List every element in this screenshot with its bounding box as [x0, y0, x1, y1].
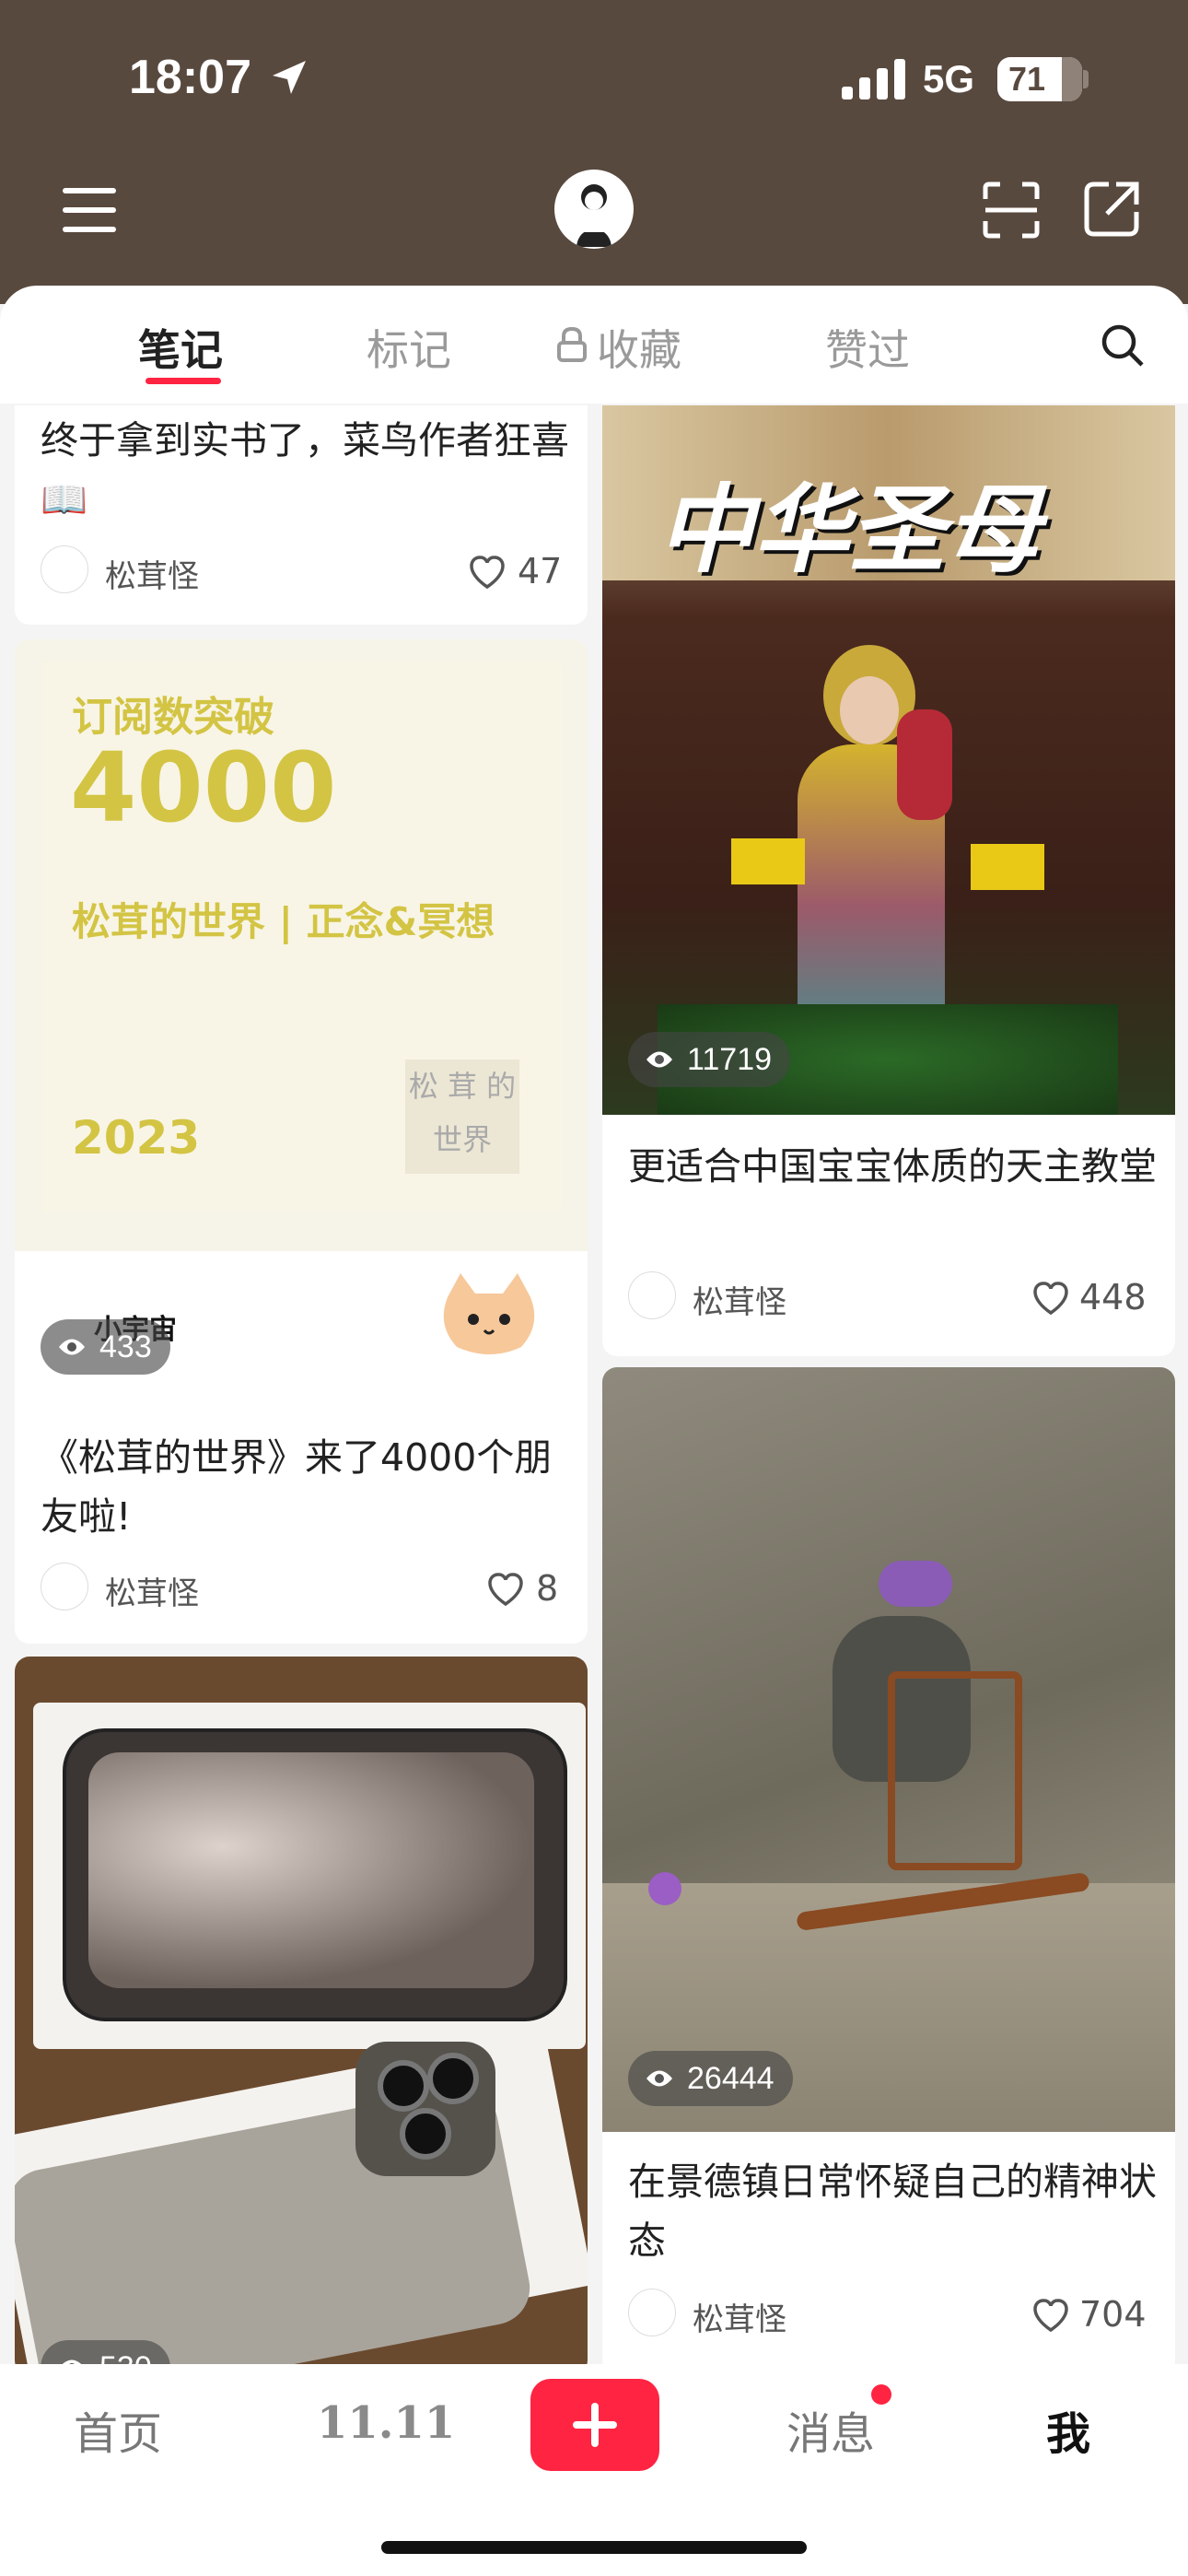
- unread-dot: [871, 2384, 891, 2405]
- like-count: 448: [1079, 1277, 1147, 1317]
- author-name: 松茸怪: [693, 1284, 786, 1321]
- tab-marks[interactable]: 标记: [367, 317, 451, 378]
- heart-icon[interactable]: [468, 555, 507, 590]
- menu-icon[interactable]: [61, 186, 118, 234]
- view-badge: 433: [41, 1319, 170, 1375]
- tab-liked[interactable]: 赞过: [825, 317, 910, 378]
- note-title: 《松茸的世界》来了4000个朋友啦!: [41, 1435, 553, 1539]
- search-icon[interactable]: [1100, 322, 1146, 369]
- tab-favorites[interactable]: 收藏: [597, 317, 681, 378]
- note-cover-photo: [15, 1657, 588, 2375]
- profile-header: [0, 0, 1188, 304]
- like-count: 8: [536, 1568, 559, 1609]
- battery-level: 71: [1008, 60, 1046, 98]
- scan-icon[interactable]: [982, 181, 1041, 240]
- note-title: 在景德镇日常怀疑自己的精神状态: [628, 2160, 1157, 2263]
- author-name: 松茸怪: [105, 558, 199, 595]
- cover-year: 2023: [72, 1111, 201, 1165]
- cover-stamp: 松 茸 的 世界: [405, 1060, 519, 1174]
- location-arrow-icon: [273, 61, 306, 94]
- network-type: 5G: [923, 57, 975, 100]
- note-title: 终于拿到实书了，菜鸟作者狂喜📖: [41, 418, 569, 521]
- note-card[interactable]: 中华圣母 11719 更适合中国宝宝体质的天主教堂 松茸怪 448: [602, 405, 1175, 1356]
- note-cover-photo: [602, 1367, 1175, 2132]
- note-title: 更适合中国宝宝体质的天主教堂: [628, 1144, 1157, 1188]
- view-count: 26444: [687, 2061, 775, 2096]
- view-count: 433: [99, 1329, 152, 1364]
- like-count: 47: [518, 551, 563, 591]
- note-card[interactable]: 530: [15, 1657, 588, 2375]
- nav-double-eleven[interactable]: 11.11: [317, 2397, 455, 2449]
- signal-icon: [842, 59, 905, 100]
- author-name: 松茸怪: [693, 2301, 786, 2338]
- cover-big-number: 4000: [70, 732, 337, 844]
- plus-icon: [573, 2403, 617, 2447]
- lock-icon: [557, 326, 587, 362]
- share-icon[interactable]: [1083, 181, 1140, 238]
- view-count: 11719: [687, 1042, 773, 1077]
- active-tab-indicator: [146, 378, 221, 384]
- battery-icon: 71: [997, 57, 1082, 101]
- nav-messages[interactable]: 消息: [786, 2397, 875, 2462]
- create-post-button[interactable]: [530, 2379, 659, 2471]
- battery-nub: [1083, 70, 1089, 88]
- note-card[interactable]: 26444 在景德镇日常怀疑自己的精神状态 松茸怪 704: [602, 1367, 1175, 2375]
- profile-avatar[interactable]: [554, 170, 634, 249]
- like-count: 704: [1079, 2294, 1147, 2335]
- view-badge: 11719: [628, 1032, 791, 1087]
- view-badge: 26444: [628, 2051, 793, 2106]
- note-cover: 订阅数突破 4000 松茸的世界 | 正念&冥想 2023 松 茸 的 世界: [15, 639, 588, 1251]
- heart-icon[interactable]: [1031, 1281, 1070, 1316]
- author-name: 松茸怪: [105, 1575, 199, 1612]
- nav-me[interactable]: 我: [1046, 2397, 1090, 2462]
- author-avatar: [41, 1563, 88, 1610]
- cover-line2: 松茸的世界 | 正念&冥想: [72, 899, 495, 944]
- cover-text: 中华圣母: [658, 474, 1042, 586]
- heart-icon[interactable]: [1031, 2298, 1070, 2333]
- home-indicator: [381, 2541, 807, 2554]
- status-time: 18:07: [129, 51, 251, 104]
- note-card[interactable]: 订阅数突破 4000 松茸的世界 | 正念&冥想 2023 松 茸 的 世界 小…: [15, 639, 588, 1644]
- author-avatar: [628, 1271, 676, 1319]
- nav-home[interactable]: 首页: [74, 2397, 162, 2462]
- note-cover-photo: 中华圣母: [602, 405, 1175, 1115]
- author-avatar: [41, 545, 88, 593]
- cat-illustration: [443, 1273, 535, 1354]
- note-card[interactable]: 终于拿到实书了，菜鸟作者狂喜📖 松茸怪 47: [15, 405, 588, 625]
- heart-icon[interactable]: [486, 1572, 525, 1607]
- tab-notes[interactable]: 笔记: [138, 317, 223, 378]
- author-avatar: [628, 2289, 676, 2336]
